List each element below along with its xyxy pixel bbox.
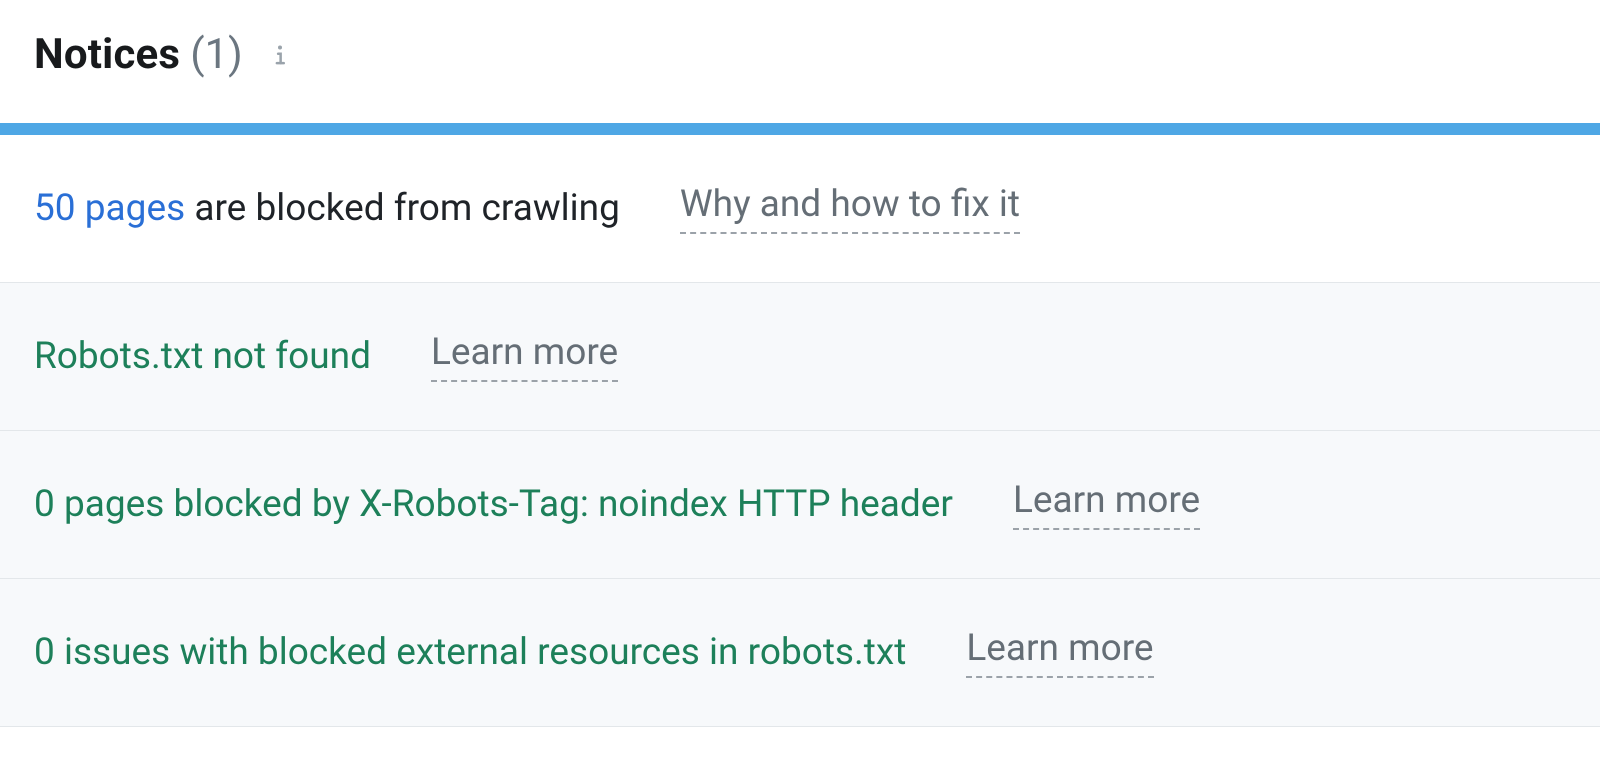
pages-count-link[interactable]: 50 pages [34, 187, 185, 230]
learn-more-link[interactable]: Learn more [431, 331, 618, 382]
notice-text: 0 issues with blocked external resources… [34, 631, 906, 674]
notices-count: (1) [190, 30, 243, 79]
notice-row: 0 pages blocked by X-Robots-Tag: noindex… [0, 431, 1600, 579]
notice-row: 0 issues with blocked external resources… [0, 579, 1600, 727]
notice-row: 50 pages are blocked from crawling Why a… [0, 135, 1600, 283]
accent-divider [0, 123, 1600, 135]
info-icon[interactable] [265, 40, 295, 70]
notice-text: are blocked from crawling [185, 187, 620, 230]
notices-title: Notices [34, 30, 180, 79]
notice-row: Robots.txt not found Learn more [0, 283, 1600, 431]
learn-more-link[interactable]: Learn more [966, 627, 1153, 678]
notice-text: 0 pages blocked by X-Robots-Tag: noindex… [34, 483, 953, 526]
fix-link[interactable]: Why and how to fix it [680, 183, 1020, 234]
notice-text: Robots.txt not found [34, 335, 371, 378]
notices-title-block: Notices (1) [34, 30, 243, 79]
notices-header: Notices (1) [0, 0, 1600, 123]
notice-message: 50 pages are blocked from crawling [34, 187, 620, 230]
learn-more-link[interactable]: Learn more [1013, 479, 1200, 530]
